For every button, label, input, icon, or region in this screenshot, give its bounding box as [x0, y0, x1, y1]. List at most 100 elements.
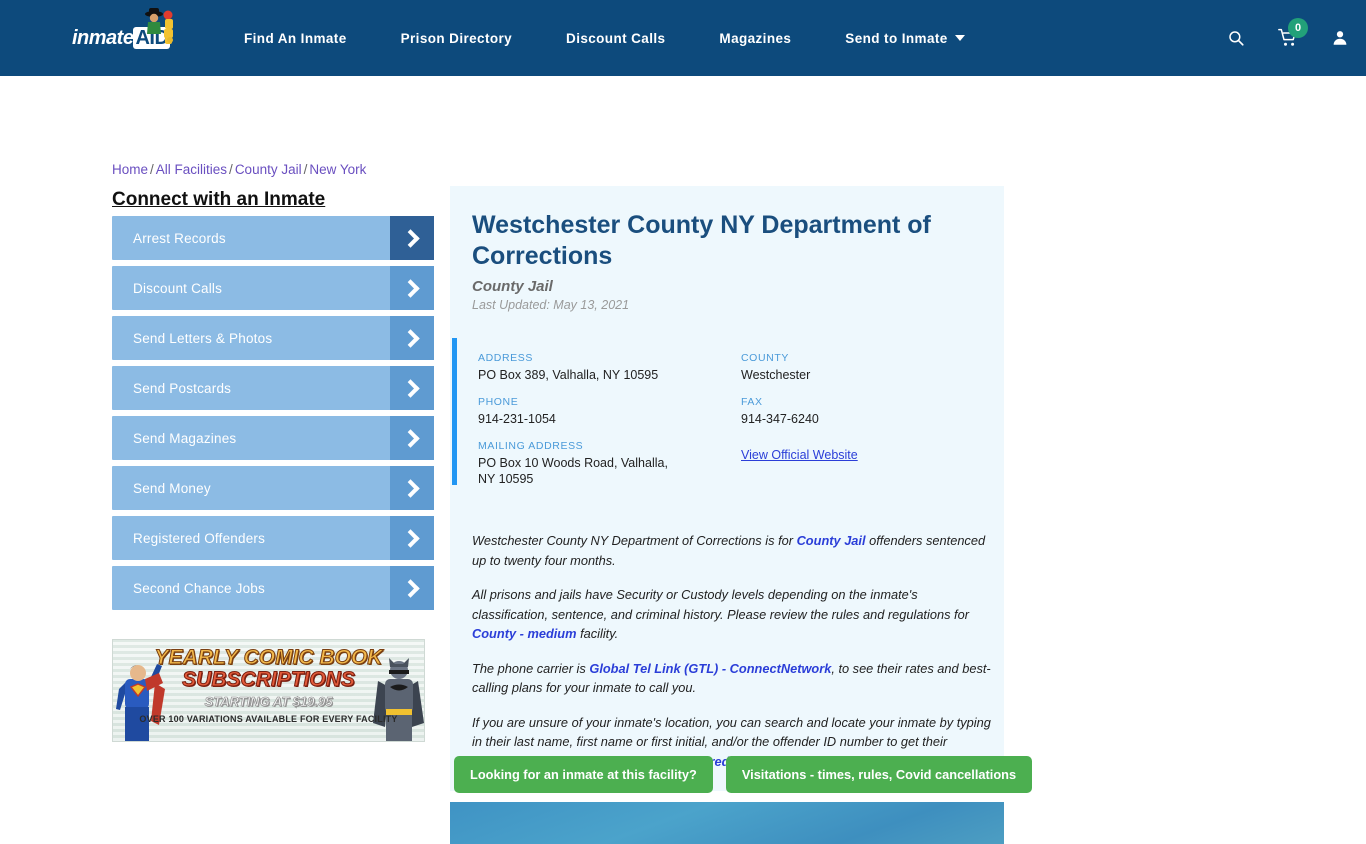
- link-county-jail[interactable]: County Jail: [797, 533, 866, 548]
- site-logo[interactable]: inmate AID: [72, 8, 192, 60]
- sidebar-item-send-magazines[interactable]: Send Magazines: [112, 416, 434, 460]
- facility-description: Westchester County NY Department of Corr…: [450, 501, 1004, 791]
- page-title: Westchester County NY Department of Corr…: [472, 211, 931, 270]
- link-county-medium[interactable]: County - medium: [472, 626, 577, 641]
- view-official-website-link[interactable]: View Official Website: [741, 448, 858, 462]
- facility-panel: Westchester County NY Department of Corr…: [450, 186, 1004, 791]
- county-value: Westchester: [741, 368, 811, 382]
- sidebar-item-send-letters-photos[interactable]: Send Letters & Photos: [112, 316, 434, 360]
- phone-label: PHONE: [478, 396, 519, 408]
- facility-info-block: ADDRESS PO Box 389, Valhalla, NY 10595 P…: [450, 338, 1004, 501]
- breadcrumb-separator: /: [150, 162, 154, 177]
- sidebar-item-label: Send Letters & Photos: [133, 330, 273, 346]
- sidebar-item-discount-calls[interactable]: Discount Calls: [112, 266, 434, 310]
- sidebar-item-label: Send Magazines: [133, 430, 237, 446]
- breadcrumb-separator: /: [229, 162, 233, 177]
- paragraph-1: Westchester County NY Department of Corr…: [472, 531, 992, 570]
- sidebar-item-send-postcards[interactable]: Send Postcards: [112, 366, 434, 410]
- main-nav: Find An Inmate Prison Directory Discount…: [244, 31, 965, 46]
- sidebar-nav: Arrest Records Discount Calls Send Lette…: [112, 216, 434, 616]
- sidebar-item-send-money[interactable]: Send Money: [112, 466, 434, 510]
- ad-price-line: STARTING AT $19.95: [204, 694, 333, 710]
- sidebar-item-label: Registered Offenders: [133, 530, 266, 546]
- mascot-icon: [145, 8, 173, 44]
- nav-link-find-an-inmate[interactable]: Find An Inmate: [244, 31, 347, 46]
- info-accent-bar: [452, 338, 457, 485]
- chevron-right-icon: [400, 478, 420, 498]
- sidebar-item-second-chance-jobs[interactable]: Second Chance Jobs: [112, 566, 434, 610]
- breadcrumb-item-home[interactable]: Home: [112, 162, 148, 177]
- sidebar-item-label: Arrest Records: [133, 230, 226, 246]
- county-label: COUNTY: [741, 352, 789, 364]
- nav-item-discount-calls[interactable]: Discount Calls: [566, 31, 665, 46]
- chevron-right-box: [390, 366, 434, 410]
- account-button[interactable]: [1314, 0, 1366, 76]
- ad-headline-line1: YEARLY COMIC BOOK: [154, 646, 383, 670]
- chevron-right-box: [390, 416, 434, 460]
- sidebar-item-registered-offenders[interactable]: Registered Offenders: [112, 516, 434, 560]
- fax-label: FAX: [741, 396, 763, 408]
- chevron-right-icon: [400, 578, 420, 598]
- bottom-banner-image: [450, 802, 1004, 844]
- info-grid: ADDRESS PO Box 389, Valhalla, NY 10595 P…: [450, 352, 1004, 487]
- breadcrumb-separator: /: [303, 162, 308, 177]
- mailing-address-value: PO Box 10 Woods Road, Valhalla, NY 10595: [478, 456, 668, 486]
- paragraph-2-text-b: facility.: [576, 626, 619, 641]
- address-label: ADDRESS: [478, 352, 533, 364]
- paragraph-3: The phone carrier is Global Tel Link (GT…: [472, 659, 992, 698]
- sidebar-item-arrest-records[interactable]: Arrest Records: [112, 216, 434, 260]
- sidebar-item-label: Discount Calls: [133, 280, 223, 296]
- chevron-right-box: [390, 266, 434, 310]
- search-icon: [1229, 31, 1244, 46]
- looking-for-inmate-button[interactable]: Looking for an inmate at this facility?: [454, 756, 713, 793]
- comic-book-ad-banner[interactable]: YEARLY COMIC BOOK SUBSCRIPTIONS STARTING…: [112, 639, 425, 742]
- chevron-right-icon: [400, 378, 420, 398]
- chevron-right-box: [390, 516, 434, 560]
- chevron-down-icon: [954, 35, 965, 41]
- sidebar-item-label: Send Money: [133, 480, 211, 496]
- paragraph-1-text-a: Westchester County NY Department of Corr…: [472, 533, 797, 548]
- link-phone-carrier[interactable]: Global Tel Link (GTL) - ConnectNetwork: [589, 661, 831, 676]
- breadcrumb: Home / All Facilities / County Jail / New York: [112, 162, 366, 177]
- chevron-right-box: [390, 316, 434, 360]
- info-column-right: COUNTY Westchester FAX 914-347-6240 View…: [741, 352, 1004, 487]
- address-value: PO Box 389, Valhalla, NY 10595: [478, 368, 659, 382]
- paragraph-2: All prisons and jails have Security or C…: [472, 585, 992, 644]
- info-column-left: ADDRESS PO Box 389, Valhalla, NY 10595 P…: [478, 352, 741, 487]
- chevron-right-icon: [400, 328, 420, 348]
- header-icon-group: 0: [1210, 0, 1366, 76]
- nav-item-prison-directory[interactable]: Prison Directory: [401, 31, 512, 46]
- chevron-right-icon: [400, 228, 420, 248]
- cta-button-row: Looking for an inmate at this facility? …: [450, 756, 1033, 793]
- facility-type-label: County Jail: [472, 278, 553, 295]
- chevron-right-box: [390, 216, 434, 260]
- chevron-right-box: [390, 466, 434, 510]
- chevron-right-icon: [400, 278, 420, 298]
- breadcrumb-item-new-york[interactable]: New York: [309, 162, 366, 177]
- last-updated-label: Last Updated: May 13, 2021: [472, 298, 630, 312]
- nav-link-prison-directory[interactable]: Prison Directory: [401, 31, 512, 46]
- nav-link-send-to-inmate[interactable]: Send to Inmate: [845, 31, 947, 46]
- chevron-right-icon: [400, 428, 420, 448]
- nav-link-magazines[interactable]: Magazines: [719, 31, 791, 46]
- breadcrumb-item-all-facilities[interactable]: All Facilities: [156, 162, 227, 177]
- ad-subtext-line: OVER 100 VARIATIONS AVAILABLE FOR EVERY …: [139, 714, 398, 724]
- user-icon: [1333, 31, 1347, 45]
- search-button[interactable]: [1210, 0, 1262, 76]
- nav-link-discount-calls[interactable]: Discount Calls: [566, 31, 665, 46]
- mailing-address-label: MAILING ADDRESS: [478, 440, 584, 452]
- cart-button[interactable]: 0: [1262, 0, 1314, 76]
- cart-count-badge: 0: [1288, 18, 1308, 38]
- nav-item-magazines[interactable]: Magazines: [719, 31, 791, 46]
- visitations-button[interactable]: Visitations - times, rules, Covid cancel…: [725, 756, 1033, 793]
- nav-item-send-to-inmate[interactable]: Send to Inmate: [845, 31, 965, 46]
- fax-value: 914-347-6240: [741, 412, 819, 426]
- breadcrumb-item-county-jail[interactable]: County Jail: [235, 162, 302, 177]
- chevron-right-icon: [400, 528, 420, 548]
- paragraph-3-text-a: The phone carrier is: [472, 660, 590, 676]
- nav-item-find-an-inmate[interactable]: Find An Inmate: [244, 31, 347, 46]
- sidebar-item-label: Second Chance Jobs: [133, 580, 265, 596]
- sidebar-item-label: Send Postcards: [133, 380, 232, 396]
- paragraph-2-text-a: All prisons and jails have Security or C…: [472, 587, 969, 622]
- chevron-right-box: [390, 566, 434, 610]
